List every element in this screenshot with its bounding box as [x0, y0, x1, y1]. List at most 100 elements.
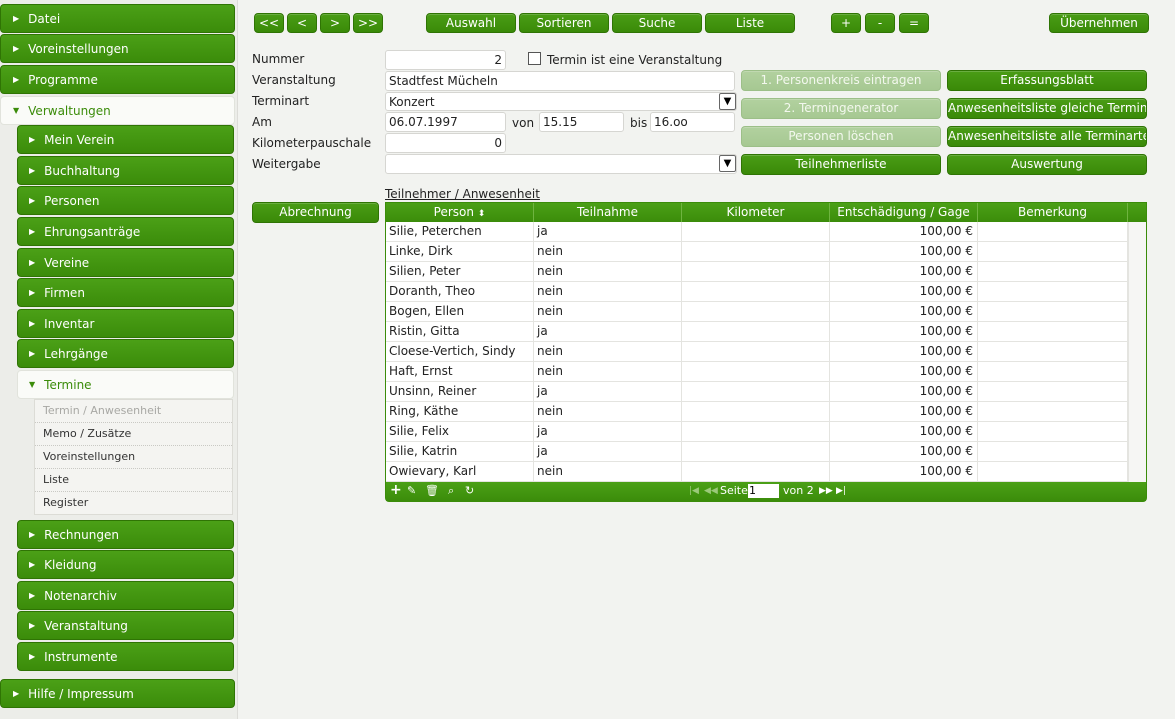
veranstaltung-checkbox[interactable]: [528, 52, 541, 65]
cell-kilometer[interactable]: [682, 222, 830, 241]
column-header-entschaedigung[interactable]: Entschädigung / Gage: [830, 203, 978, 222]
cell-kilometer[interactable]: [682, 262, 830, 281]
anwesenheitsliste-alle-button[interactable]: Anwesenheitsliste alle Terminarten: [947, 126, 1147, 147]
nav-inventar[interactable]: ▶ Inventar: [17, 309, 234, 338]
table-row[interactable]: Bogen, Ellen nein 100,00 €: [386, 302, 1146, 322]
sortieren-button[interactable]: Sortieren: [519, 13, 609, 33]
abrechnung-button[interactable]: Abrechnung: [252, 202, 379, 223]
cell-bemerkung[interactable]: [978, 242, 1128, 261]
prev-record-button[interactable]: <: [287, 13, 317, 33]
cell-teilnahme[interactable]: nein: [534, 462, 682, 481]
nav-verwaltungen[interactable]: ▼ Verwaltungen: [0, 96, 235, 125]
cell-kilometer[interactable]: [682, 242, 830, 261]
cell-entschaedigung[interactable]: 100,00 €: [830, 402, 978, 421]
column-header-teilnahme[interactable]: Teilnahme: [534, 203, 682, 222]
cell-teilnahme[interactable]: nein: [534, 342, 682, 361]
trash-icon[interactable]: 🗑: [425, 484, 439, 497]
auswahl-button[interactable]: Auswahl: [426, 13, 516, 33]
nav-hilfe-impressum[interactable]: ▶ Hilfe / Impressum: [0, 679, 235, 708]
cell-entschaedigung[interactable]: 100,00 €: [830, 342, 978, 361]
cell-teilnahme[interactable]: ja: [534, 382, 682, 401]
cell-entschaedigung[interactable]: 100,00 €: [830, 422, 978, 441]
cell-teilnahme[interactable]: nein: [534, 362, 682, 381]
nav-firmen[interactable]: ▶ Firmen: [17, 278, 234, 307]
cell-kilometer[interactable]: [682, 322, 830, 341]
refresh-icon[interactable]: ↻: [465, 484, 474, 497]
termingenerator-button[interactable]: 2. Termingenerator: [741, 98, 941, 119]
last-record-button[interactable]: >>: [353, 13, 383, 33]
cell-kilometer[interactable]: [682, 382, 830, 401]
cell-entschaedigung[interactable]: 100,00 €: [830, 322, 978, 341]
cell-bemerkung[interactable]: [978, 302, 1128, 321]
weitergabe-select[interactable]: ▼: [385, 154, 737, 174]
erfassungsblatt-button[interactable]: Erfassungsblatt: [947, 70, 1147, 91]
cell-teilnahme[interactable]: nein: [534, 302, 682, 321]
cell-bemerkung[interactable]: [978, 262, 1128, 281]
cell-bemerkung[interactable]: [978, 342, 1128, 361]
cell-person[interactable]: Silien, Peter: [386, 262, 534, 281]
cell-bemerkung[interactable]: [978, 222, 1128, 241]
cell-person[interactable]: Silie, Felix: [386, 422, 534, 441]
cell-person[interactable]: Unsinn, Reiner: [386, 382, 534, 401]
liste-button[interactable]: Liste: [705, 13, 795, 33]
cell-person[interactable]: Silie, Peterchen: [386, 222, 534, 241]
bis-time-field[interactable]: 16.oo: [650, 112, 735, 132]
cell-person[interactable]: Silie, Katrin: [386, 442, 534, 461]
cell-bemerkung[interactable]: [978, 322, 1128, 341]
chevron-down-icon[interactable]: ▼: [719, 93, 736, 110]
first-record-button[interactable]: <<: [254, 13, 284, 33]
nav-personen[interactable]: ▶ Personen: [17, 186, 234, 215]
table-row[interactable]: Haft, Ernst nein 100,00 €: [386, 362, 1146, 382]
table-row[interactable]: Linke, Dirk nein 100,00 €: [386, 242, 1146, 262]
search-icon[interactable]: ⌕: [448, 484, 454, 498]
table-row[interactable]: Owievary, Karl nein 100,00 €: [386, 462, 1146, 482]
table-row[interactable]: Silie, Peterchen ja 100,00 €: [386, 222, 1146, 242]
next-page-icon[interactable]: ▶▶: [819, 486, 833, 496]
nav-lehrgaenge[interactable]: ▶ Lehrgänge: [17, 339, 234, 368]
page-number-input[interactable]: 1: [748, 484, 779, 498]
table-row[interactable]: Ristin, Gitta ja 100,00 €: [386, 322, 1146, 342]
cell-entschaedigung[interactable]: 100,00 €: [830, 262, 978, 281]
teilnehmerliste-button[interactable]: Teilnehmerliste: [741, 154, 941, 175]
cell-entschaedigung[interactable]: 100,00 €: [830, 302, 978, 321]
table-row[interactable]: Silie, Felix ja 100,00 €: [386, 422, 1146, 442]
cell-person[interactable]: Owievary, Karl: [386, 462, 534, 481]
cell-bemerkung[interactable]: [978, 442, 1128, 461]
cell-bemerkung[interactable]: [978, 462, 1128, 481]
nav-kleidung[interactable]: ▶ Kleidung: [17, 550, 234, 579]
kilometerpauschale-field[interactable]: 0: [385, 133, 506, 153]
cell-person[interactable]: Linke, Dirk: [386, 242, 534, 261]
cell-kilometer[interactable]: [682, 282, 830, 301]
cell-teilnahme[interactable]: nein: [534, 402, 682, 421]
submenu-liste[interactable]: Liste: [35, 469, 232, 492]
first-page-icon[interactable]: |◀: [689, 486, 699, 496]
cell-entschaedigung[interactable]: 100,00 €: [830, 442, 978, 461]
cell-teilnahme[interactable]: ja: [534, 422, 682, 441]
cell-teilnahme[interactable]: ja: [534, 322, 682, 341]
cell-bemerkung[interactable]: [978, 282, 1128, 301]
cell-person[interactable]: Haft, Ernst: [386, 362, 534, 381]
copy-record-button[interactable]: =: [899, 13, 929, 33]
nav-notenarchiv[interactable]: ▶ Notenarchiv: [17, 581, 234, 610]
edit-icon[interactable]: ✎: [407, 484, 416, 497]
nav-buchhaltung[interactable]: ▶ Buchhaltung: [17, 156, 234, 185]
nav-vereine[interactable]: ▶ Vereine: [17, 248, 234, 277]
nav-mein-verein[interactable]: ▶ Mein Verein: [17, 125, 234, 154]
table-row[interactable]: Ring, Käthe nein 100,00 €: [386, 402, 1146, 422]
table-row[interactable]: Unsinn, Reiner ja 100,00 €: [386, 382, 1146, 402]
next-record-button[interactable]: >: [320, 13, 350, 33]
cell-teilnahme[interactable]: ja: [534, 442, 682, 461]
submenu-memo-zusaetze[interactable]: Memo / Zusätze: [35, 423, 232, 446]
table-row[interactable]: Cloese-Vertich, Sindy nein 100,00 €: [386, 342, 1146, 362]
nav-rechnungen[interactable]: ▶ Rechnungen: [17, 520, 234, 549]
cell-teilnahme[interactable]: nein: [534, 282, 682, 301]
nav-voreinstellungen[interactable]: ▶ Voreinstellungen: [0, 34, 235, 63]
cell-person[interactable]: Ring, Käthe: [386, 402, 534, 421]
table-row[interactable]: Silie, Katrin ja 100,00 €: [386, 442, 1146, 462]
nummer-field[interactable]: 2: [385, 50, 506, 70]
cell-kilometer[interactable]: [682, 402, 830, 421]
cell-entschaedigung[interactable]: 100,00 €: [830, 382, 978, 401]
cell-bemerkung[interactable]: [978, 362, 1128, 381]
cell-teilnahme[interactable]: nein: [534, 262, 682, 281]
nav-termine[interactable]: ▼ Termine: [17, 370, 234, 399]
